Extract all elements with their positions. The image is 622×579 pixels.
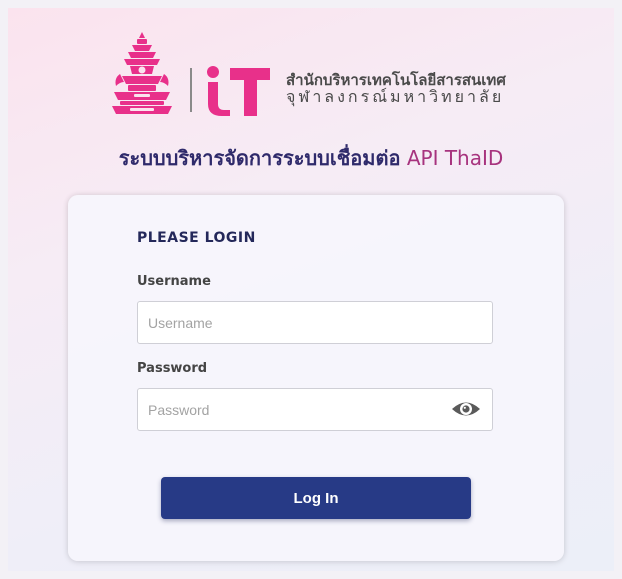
username-label: Username	[137, 274, 211, 289]
password-label: Password	[137, 361, 208, 376]
it-logo-icon	[207, 66, 270, 116]
header-logo: สำนักบริหารเทคโนโลยีสารสนเทศ จุฬาลงกรณ์ม…	[106, 30, 526, 125]
system-title: ระบบบริหารจัดการระบบเชื่อมต่อ API ThaID	[0, 142, 622, 174]
login-button[interactable]: Log In	[161, 477, 471, 519]
org-name: สำนักบริหารเทคโนโลยีสารสนเทศ จุฬาลงกรณ์ม…	[286, 72, 506, 108]
username-input[interactable]	[137, 301, 493, 344]
system-title-thai: ระบบบริหารจัดการระบบเชื่อมต่อ	[118, 146, 401, 170]
logo-divider	[190, 68, 192, 112]
chulalongkorn-seal-icon	[112, 32, 172, 114]
password-input[interactable]	[137, 388, 493, 431]
eye-icon[interactable]	[451, 398, 481, 420]
org-name-line1: สำนักบริหารเทคโนโลยีสารสนเทศ	[286, 72, 506, 89]
login-title: PLEASE LOGIN	[137, 230, 256, 246]
system-title-api: API ThaID	[406, 146, 504, 170]
org-name-line2: จุฬาลงกรณ์มหาวิทยาลัย	[286, 89, 505, 107]
login-card: PLEASE LOGIN Username Password Log In	[68, 195, 564, 561]
